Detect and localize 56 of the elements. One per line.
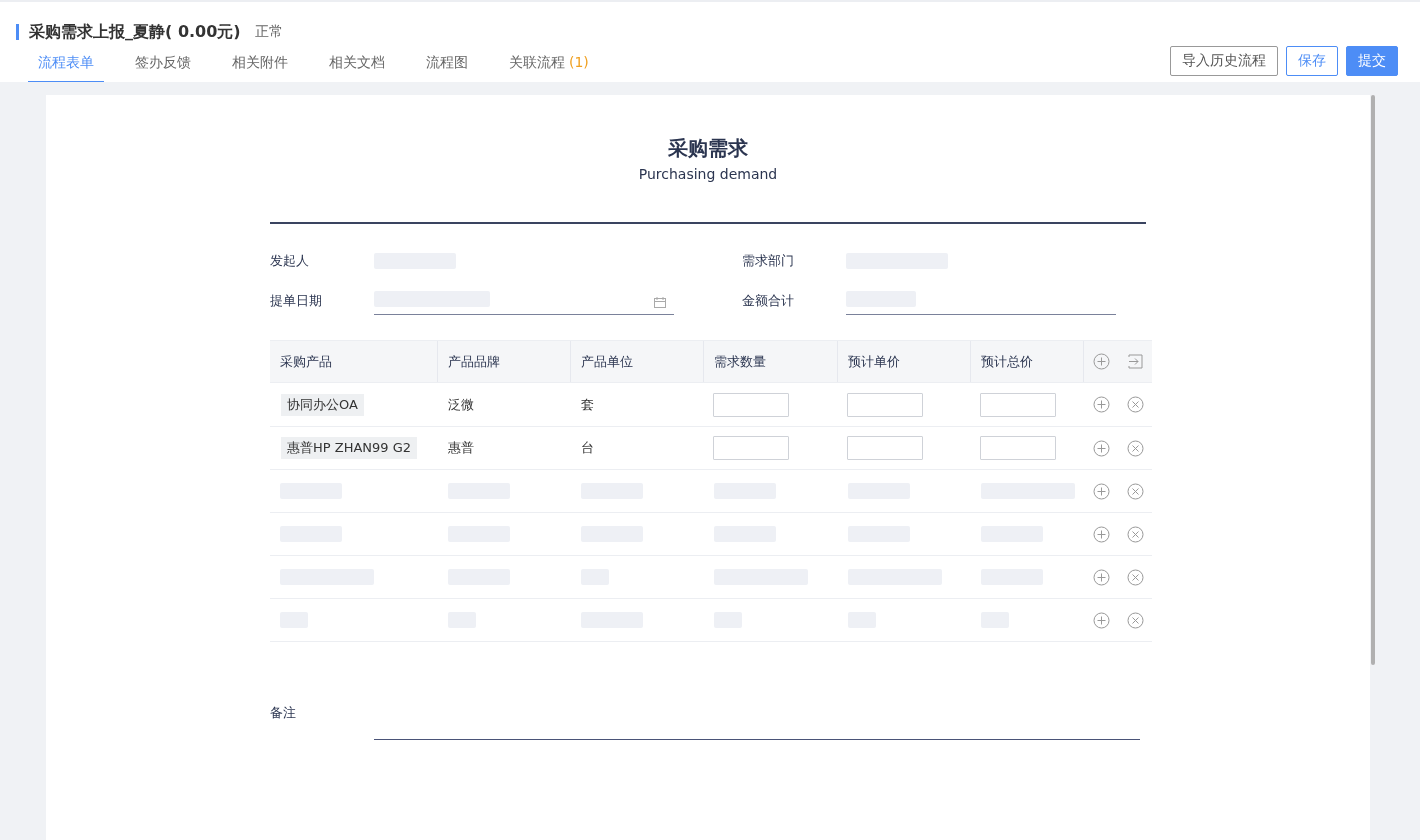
field-label: 需求部门 (742, 252, 795, 270)
add-icon[interactable] (1092, 439, 1110, 457)
add-icon[interactable] (1092, 353, 1110, 370)
tab[interactable]: 相关文档 (319, 54, 395, 82)
count-label: (1) (569, 54, 589, 70)
add-icon[interactable] (1092, 396, 1110, 413)
add-icon[interactable] (1092, 482, 1110, 500)
input-field[interactable] (980, 436, 1056, 460)
add-icon[interactable] (1092, 611, 1110, 629)
status-label: 正常 (254, 23, 283, 41)
import-button[interactable]: 导入历史流程 (1170, 46, 1278, 76)
input-field[interactable] (713, 436, 789, 460)
tab[interactable]: 相关附件 (222, 54, 298, 82)
add-icon[interactable] (1092, 568, 1110, 586)
remove-icon[interactable] (1126, 611, 1144, 629)
date-field[interactable] (374, 291, 674, 315)
column-header: 产品品牌 (438, 341, 571, 382)
input-field[interactable] (980, 392, 1056, 417)
product-tag: 惠普HP ZHAN99 G2 (281, 437, 418, 459)
column-header: 预计总价 (971, 341, 1084, 382)
input-field[interactable] (847, 392, 923, 417)
tab[interactable]: 流程表单 (28, 54, 104, 82)
column-header: 产品单位 (571, 341, 704, 382)
add-icon[interactable] (1092, 525, 1110, 543)
remove-icon[interactable] (1126, 439, 1144, 457)
tab[interactable]: 关联流程 (1) (499, 54, 599, 82)
tab[interactable]: 流程图 (416, 54, 478, 82)
title-accent-bar (16, 24, 19, 40)
submit-button[interactable]: 提交 (1346, 46, 1398, 76)
form-subtitle: Purchasing demand (638, 166, 778, 182)
form-title: 采购需求 (668, 135, 748, 162)
table-cell-text: 台 (580, 439, 595, 457)
column-header: 需求数量 (704, 341, 838, 382)
tab[interactable]: 签办反馈 (125, 54, 201, 82)
product-tag: 协同办公OA (281, 393, 364, 416)
input-field[interactable] (847, 436, 923, 460)
scrollbar[interactable] (1371, 95, 1375, 665)
table-cell-text: 泛微 (447, 395, 475, 414)
page-title: 采购需求上报_夏静( 0.00元) (29, 21, 241, 43)
field-label: 金额合计 (742, 292, 795, 310)
table-cell-text: 套 (580, 395, 595, 414)
column-header: 预计单价 (838, 341, 971, 382)
remove-icon[interactable] (1126, 525, 1144, 543)
import-icon[interactable] (1126, 353, 1144, 370)
save-button[interactable]: 保存 (1286, 46, 1338, 76)
field-label: 备注 (270, 704, 297, 722)
remove-icon[interactable] (1126, 396, 1144, 413)
field-label: 提单日期 (270, 292, 323, 310)
field-label: 发起人 (270, 252, 310, 270)
amount-field[interactable] (846, 291, 1116, 315)
column-header: 采购产品 (270, 341, 438, 382)
table-cell-text: 惠普 (447, 439, 475, 457)
remove-icon[interactable] (1126, 568, 1144, 586)
calendar-icon (654, 297, 666, 308)
remove-icon[interactable] (1126, 482, 1144, 500)
input-field[interactable] (713, 392, 789, 417)
